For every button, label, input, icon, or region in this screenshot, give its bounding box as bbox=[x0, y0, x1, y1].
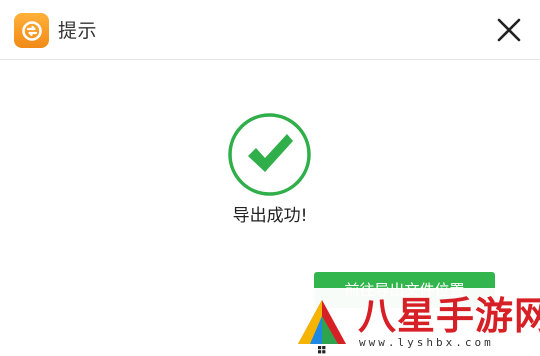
export-result-dialog: 提示 导出成功! 前往导出文件位置 bbox=[0, 0, 540, 356]
watermark-brand: 八星手游网 bbox=[358, 294, 540, 338]
app-logo-glyph bbox=[21, 20, 42, 41]
dialog-title: 提示 bbox=[58, 20, 98, 42]
watermark-logo-icon bbox=[292, 294, 352, 354]
dialog-titlebar: 提示 bbox=[0, 0, 540, 60]
watermark-url: www.lyshbx.com bbox=[359, 336, 494, 349]
app-logo-icon bbox=[14, 13, 49, 48]
success-message: 导出成功! bbox=[232, 206, 308, 226]
site-watermark: 八星手游网 www.lyshbx.com bbox=[288, 288, 540, 356]
check-circle-icon bbox=[227, 112, 312, 197]
close-button[interactable] bbox=[496, 17, 522, 43]
close-icon bbox=[497, 18, 521, 42]
